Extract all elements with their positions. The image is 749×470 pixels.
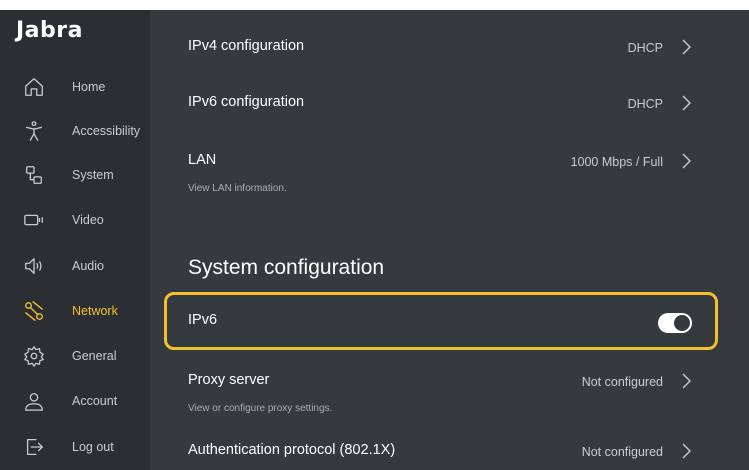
row-value: DHCP xyxy=(627,97,663,111)
logout-icon xyxy=(22,435,46,459)
system-icon xyxy=(22,163,46,187)
video-icon xyxy=(22,208,46,232)
ipv6-row[interactable] xyxy=(164,292,718,350)
section-title: System configuration xyxy=(188,256,385,279)
app-window: Jabra Home Accessibility System Video Au… xyxy=(0,10,749,470)
settings-panel: IPv4 configuration DHCP IPv6 configurati… xyxy=(150,10,749,470)
sidebar: Jabra Home Accessibility System Video Au… xyxy=(0,10,150,470)
home-icon xyxy=(22,75,46,99)
sidebar-item-system[interactable]: System xyxy=(0,155,150,195)
authentication-protocol-row[interactable]: Authentication protocol (802.1X) Not con… xyxy=(150,430,749,470)
sidebar-item-label: System xyxy=(72,168,114,182)
sidebar-item-label: Log out xyxy=(72,440,114,454)
brand-logo: Jabra xyxy=(16,18,83,43)
ipv6-label: IPv6 xyxy=(188,312,218,328)
chevron-right-icon xyxy=(682,373,691,389)
proxy-server-row[interactable]: Proxy server View or configure proxy set… xyxy=(150,362,749,422)
row-value: Not configured xyxy=(581,375,663,389)
chevron-right-icon xyxy=(682,443,691,459)
toggle-knob xyxy=(674,315,690,331)
sidebar-item-label: Audio xyxy=(72,259,104,273)
ipv6-toggle[interactable] xyxy=(658,313,692,333)
sidebar-item-logout[interactable]: Log out xyxy=(0,427,150,467)
row-title: Proxy server xyxy=(188,372,270,388)
account-icon xyxy=(22,389,46,413)
screen: Jabra Home Accessibility System Video Au… xyxy=(0,0,749,470)
row-title: IPv4 configuration xyxy=(188,38,305,54)
sidebar-item-network[interactable]: Network xyxy=(0,291,150,331)
chevron-right-icon xyxy=(682,95,691,111)
sidebar-item-label: Home xyxy=(72,80,106,94)
chevron-right-icon xyxy=(682,153,691,169)
sidebar-item-label: Video xyxy=(72,213,104,227)
gear-icon xyxy=(22,344,46,368)
chevron-right-icon xyxy=(682,39,691,55)
ipv6-configuration-row[interactable]: IPv6 configuration DHCP xyxy=(150,80,749,124)
audio-icon xyxy=(22,254,46,278)
row-title: IPv6 configuration xyxy=(188,94,305,110)
network-icon xyxy=(22,299,46,323)
ipv4-configuration-row[interactable]: IPv4 configuration DHCP xyxy=(150,24,749,68)
accessibility-icon xyxy=(22,119,46,143)
row-subtitle: View LAN information. xyxy=(188,183,287,194)
row-value: Not configured xyxy=(581,445,663,459)
row-title: LAN xyxy=(188,152,217,168)
row-value: 1000 Mbps / Full xyxy=(570,155,663,169)
sidebar-item-label: Accessibility xyxy=(72,124,141,138)
sidebar-item-video[interactable]: Video xyxy=(0,200,150,240)
row-subtitle: View or configure proxy settings. xyxy=(188,403,333,414)
lan-row[interactable]: LAN View LAN information. 1000 Mbps / Fu… xyxy=(150,138,749,198)
row-title: Authentication protocol (802.1X) xyxy=(188,442,396,458)
sidebar-item-accessibility[interactable]: Accessibility xyxy=(0,111,150,151)
sidebar-item-general[interactable]: General xyxy=(0,336,150,376)
sidebar-item-label: General xyxy=(72,349,117,363)
sidebar-item-label: Network xyxy=(72,304,118,318)
sidebar-item-account[interactable]: Account xyxy=(0,381,150,421)
row-value: DHCP xyxy=(627,41,663,55)
sidebar-item-audio[interactable]: Audio xyxy=(0,246,150,286)
sidebar-item-label: Account xyxy=(72,394,118,408)
sidebar-item-home[interactable]: Home xyxy=(0,67,150,107)
